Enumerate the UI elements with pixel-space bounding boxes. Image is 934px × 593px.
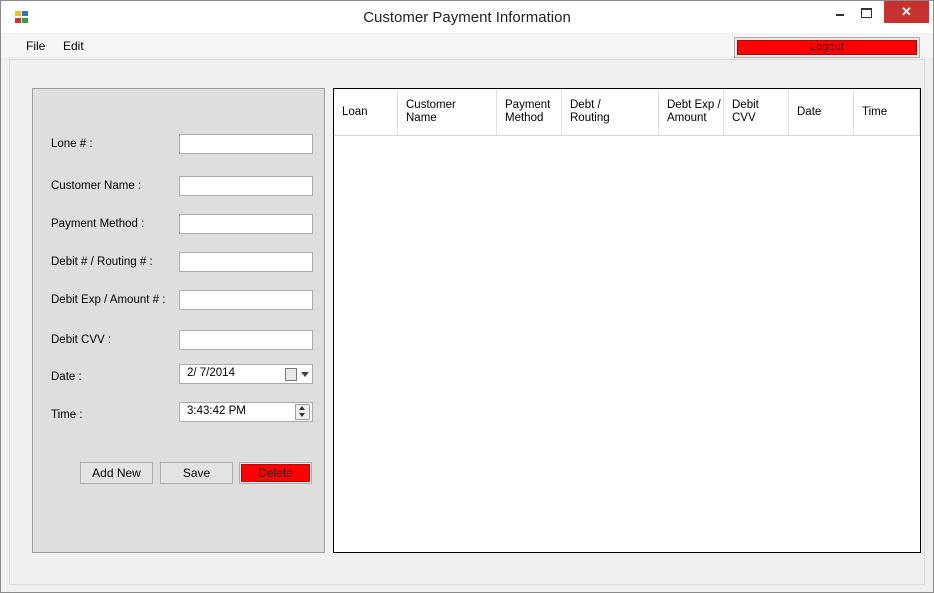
grid-header: Loan Customer Name Payment Method Debt / Routi…	[334, 89, 920, 136]
payment-method-input[interactable]	[179, 214, 313, 234]
debit-exp-label: Debit Exp / Amount # :	[51, 294, 166, 306]
menu-file[interactable]: File	[26, 39, 45, 53]
grid-column-header[interactable]: Time	[854, 89, 920, 135]
debit-cvv-label: Debit CVV :	[51, 334, 112, 346]
logout-button-frame: Logout	[734, 37, 920, 58]
customer-name-label: Customer Name :	[51, 180, 142, 192]
time-picker[interactable]: 3:43:42 PM	[179, 402, 313, 422]
date-label: Date :	[51, 371, 82, 383]
debit-exp-input[interactable]	[179, 290, 313, 310]
time-value: 3:43:42 PM	[187, 405, 246, 417]
time-label: Time :	[51, 409, 83, 421]
close-button[interactable]: ✕	[884, 1, 929, 23]
grid-column-header[interactable]: Customer Name	[398, 89, 497, 135]
date-picker[interactable]: 2/ 7/2014	[179, 364, 313, 384]
grid-column-header[interactable]: Debt Exp / Amount	[659, 89, 724, 135]
payments-grid[interactable]: Loan Customer Name Payment Method Debt / Routi…	[333, 88, 921, 553]
maximize-button[interactable]	[851, 1, 881, 23]
maximize-icon	[861, 8, 872, 18]
debit-routing-label: Debit # / Routing # :	[51, 256, 153, 268]
minimize-button[interactable]	[824, 1, 854, 23]
date-value: 2/ 7/2014	[187, 367, 235, 379]
grid-column-header[interactable]: Debt / Routing	[562, 89, 659, 135]
title-bar: Customer Payment Information ✕	[1, 1, 933, 33]
add-new-button[interactable]: Add New	[80, 462, 153, 484]
debit-routing-input[interactable]	[179, 252, 313, 272]
entry-panel: Lone # : Customer Name : Payment Method …	[32, 88, 325, 553]
payment-method-label: Payment Method :	[51, 218, 145, 230]
lone-input[interactable]	[179, 134, 313, 154]
lone-label: Lone # :	[51, 138, 93, 150]
window-title: Customer Payment Information	[363, 9, 571, 26]
main-window: Customer Payment Information ✕ File Edit…	[0, 0, 934, 593]
time-spinner[interactable]	[295, 404, 310, 420]
menu-edit[interactable]: Edit	[63, 39, 84, 53]
logout-button[interactable]: Logout	[737, 40, 917, 55]
dropdown-arrow-icon[interactable]	[301, 372, 309, 377]
debit-cvv-input[interactable]	[179, 330, 313, 350]
close-icon: ✕	[901, 4, 912, 19]
customer-name-input[interactable]	[179, 176, 313, 196]
save-button[interactable]: Save	[160, 462, 233, 484]
delete-button[interactable]: Delete	[239, 462, 312, 484]
spin-down-icon[interactable]	[299, 413, 305, 417]
grid-column-header[interactable]: Loan	[334, 89, 398, 135]
grid-column-header[interactable]: Payment Method	[497, 89, 562, 135]
delete-button-label: Delete	[241, 464, 310, 482]
minimize-icon	[836, 14, 844, 16]
calendar-icon[interactable]	[285, 368, 297, 381]
grid-column-header[interactable]: Date	[789, 89, 854, 135]
spin-up-icon[interactable]	[299, 406, 305, 410]
grid-column-header[interactable]: Debit CVV	[724, 89, 789, 135]
